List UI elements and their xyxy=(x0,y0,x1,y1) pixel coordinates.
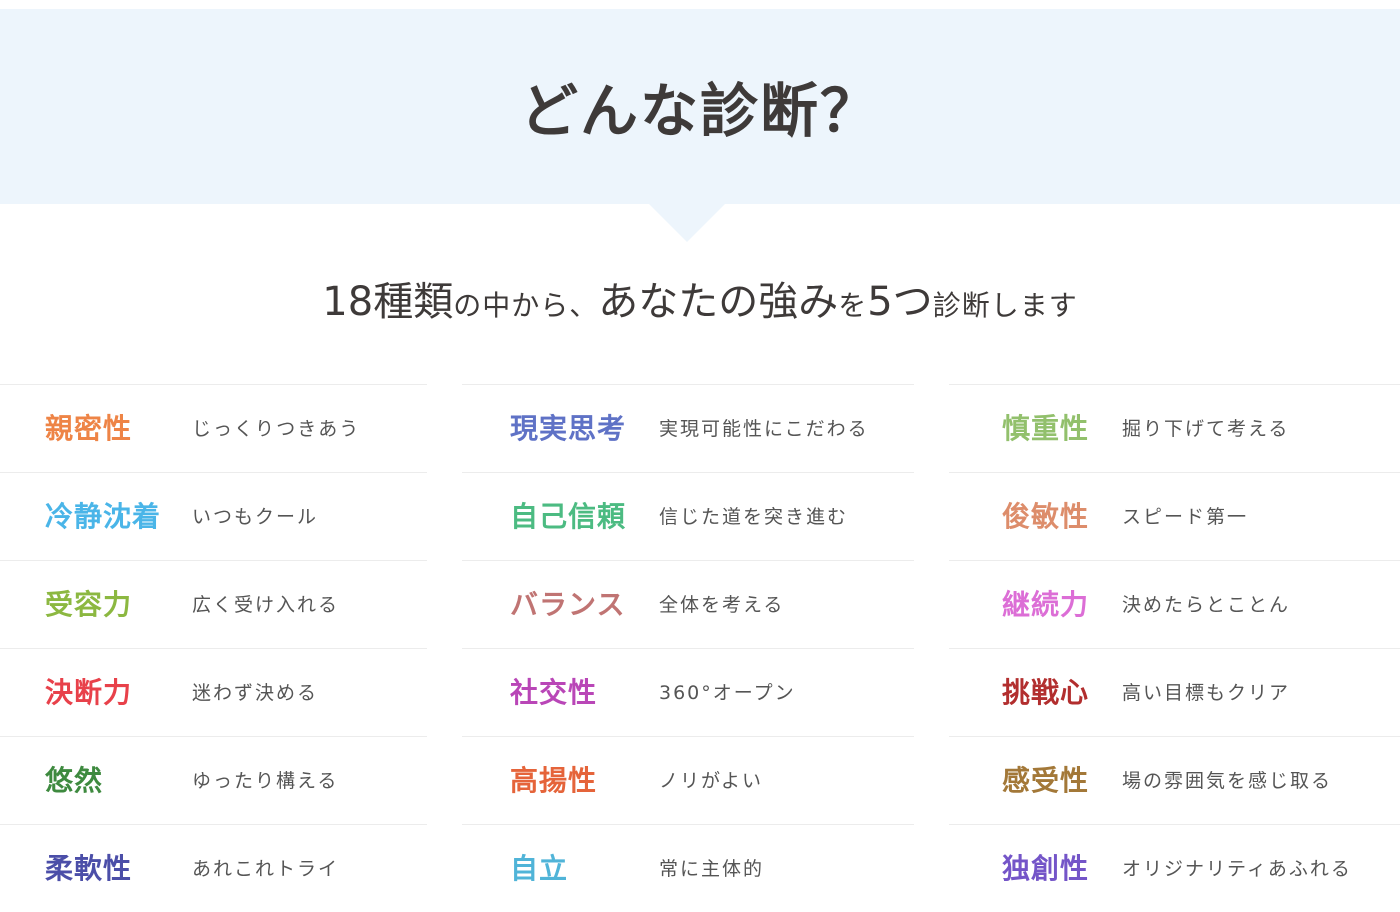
strength-item: 柔軟性 あれこれトライ xyxy=(0,824,427,912)
strength-name: 継続力 xyxy=(1002,588,1090,621)
strength-item: 自立 常に主体的 xyxy=(462,824,914,912)
strength-item: 現実思考 実現可能性にこだわる xyxy=(462,384,914,472)
intro-five: 5つ xyxy=(867,279,933,325)
strength-item: 冷静沈着 いつもクール xyxy=(0,472,427,560)
strength-item: 悠然 ゆったり構える xyxy=(0,736,427,824)
strength-description: 場の雰囲気を感じ取る xyxy=(1122,770,1333,792)
strength-description: いつもクール xyxy=(192,506,319,528)
strength-name: 親密性 xyxy=(45,412,133,445)
strength-description: ゆったり構える xyxy=(192,770,339,792)
strength-description: 全体を考える xyxy=(659,594,785,616)
strength-item: バランス 全体を考える xyxy=(462,560,914,648)
strength-item: 継続力 決めたらとことん xyxy=(949,560,1400,648)
strength-description: 決めたらとことん xyxy=(1122,594,1291,616)
strength-item: 挑戦心 高い目標もクリア xyxy=(949,648,1400,736)
strength-description: ノリがよい xyxy=(659,770,764,792)
strength-item: 感受性 場の雰囲気を感じ取る xyxy=(949,736,1400,824)
strength-description: 実現可能性にこだわる xyxy=(659,418,869,440)
strength-name: 受容力 xyxy=(45,588,133,621)
intro-connector: の中から、 xyxy=(453,289,599,322)
strength-description: じっくりつきあう xyxy=(192,418,361,440)
strength-item: 慎重性 掘り下げて考える xyxy=(949,384,1400,472)
hero-banner: どんな診断？ xyxy=(0,9,1400,204)
strength-description: あれこれトライ xyxy=(192,858,340,880)
strength-column-3: 慎重性 掘り下げて考える 俊敏性 スピード第一 継続力 決めたらとことん 挑戦心… xyxy=(949,384,1400,912)
strength-description: 高い目標もクリア xyxy=(1122,682,1291,704)
strength-item: 独創性 オリジナリティあふれる xyxy=(949,824,1400,912)
strength-description: 常に主体的 xyxy=(659,858,765,880)
strength-name: 社交性 xyxy=(510,676,598,709)
strength-item: 高揚性 ノリがよい xyxy=(462,736,914,824)
strength-item: 俊敏性 スピード第一 xyxy=(949,472,1400,560)
strength-column-1: 親密性 じっくりつきあう 冷静沈着 いつもクール 受容力 広く受け入れる 決断力… xyxy=(0,384,427,912)
strength-name: 挑戦心 xyxy=(1002,676,1090,709)
strength-description: 広く受け入れる xyxy=(192,594,340,616)
intro-count: 18種類 xyxy=(322,279,454,325)
strength-name: 悠然 xyxy=(45,764,104,797)
strength-name: 独創性 xyxy=(1002,852,1090,885)
strength-name: 冷静沈着 xyxy=(45,500,162,533)
strength-name: 現実思考 xyxy=(510,412,627,445)
strength-name: バランス xyxy=(510,588,626,621)
strength-description: 迷わず決める xyxy=(192,682,319,704)
strength-description: 掘り下げて考える xyxy=(1122,418,1290,440)
strength-name: 決断力 xyxy=(45,676,133,709)
strength-description: 信じた道を突き進む xyxy=(659,506,849,528)
intro-strengths: あなたの強み xyxy=(598,279,839,325)
strength-name: 高揚性 xyxy=(510,764,598,797)
strength-item: 社交性 360°オープン xyxy=(462,648,914,736)
strength-description: スピード第一 xyxy=(1122,506,1249,528)
page-title: どんな診断？ xyxy=(519,77,880,145)
strength-name: 柔軟性 xyxy=(45,852,133,885)
hero-pointer-arrow xyxy=(649,204,725,242)
strength-item: 親密性 じっくりつきあう xyxy=(0,384,427,472)
strength-description: オリジナリティあふれる xyxy=(1122,858,1352,880)
strength-description: 360°オープン xyxy=(659,682,796,704)
strength-column-2: 現実思考 実現可能性にこだわる 自己信頼 信じた道を突き進む バランス 全体を考… xyxy=(462,384,914,912)
strength-name: 俊敏性 xyxy=(1002,500,1090,533)
intro-suffix: 診断します xyxy=(932,289,1078,322)
strength-name: 感受性 xyxy=(1002,764,1090,797)
strength-item: 受容力 広く受け入れる xyxy=(0,560,427,648)
intro-heading: 18種類の中から、あなたの強みを5つ診断します xyxy=(0,272,1400,340)
strength-name: 慎重性 xyxy=(1002,412,1090,445)
strength-item: 自己信頼 信じた道を突き進む xyxy=(462,472,914,560)
intro-particle: を xyxy=(838,289,868,322)
strength-name: 自立 xyxy=(510,852,569,885)
strength-name: 自己信頼 xyxy=(510,500,627,533)
strength-item: 決断力 迷わず決める xyxy=(0,648,427,736)
